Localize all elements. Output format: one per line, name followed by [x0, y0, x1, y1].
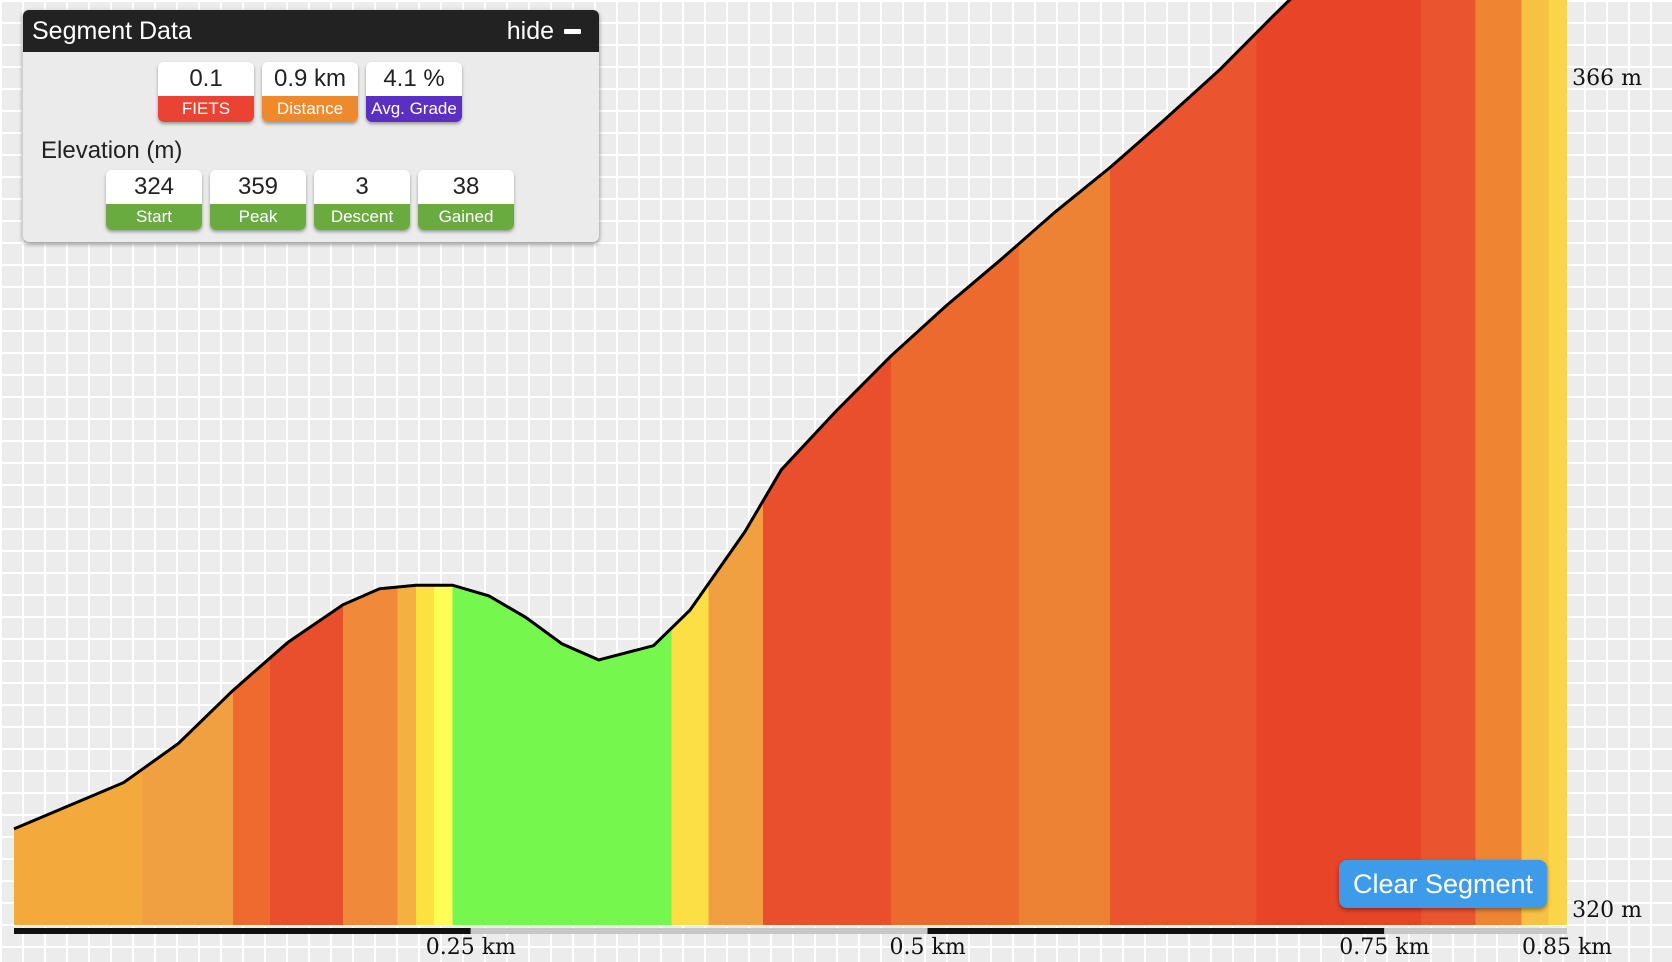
- x-axis-tick-label: 0.5 km: [889, 935, 966, 960]
- hide-label[interactable]: hide: [507, 17, 554, 46]
- stat-value: 0.9 km: [262, 62, 358, 96]
- panel-header: Segment Data hide: [23, 10, 599, 52]
- x-axis-tick-label: 0.25 km: [425, 935, 516, 960]
- hide-toggle[interactable]: hide: [507, 17, 581, 46]
- x-axis-bar-segment: [470, 928, 928, 934]
- stat-fiets: 0.1 FIETS: [158, 62, 254, 122]
- stat-start: 324 Start: [106, 170, 202, 230]
- y-axis-top-label: 366 m: [1572, 66, 1642, 91]
- stat-value: 4.1 %: [366, 62, 462, 96]
- stat-distance: 0.9 km Distance: [262, 62, 358, 122]
- elevation-section-title: Elevation (m): [41, 137, 183, 164]
- stat-value: 0.1: [158, 62, 254, 96]
- x-axis-bar-segment: [927, 928, 1385, 934]
- stat-value: 3: [314, 170, 410, 204]
- x-axis-tick-label: 0.85 km: [1522, 935, 1613, 960]
- clear-segment-button[interactable]: Clear Segment: [1339, 860, 1547, 908]
- stat-value: 359: [210, 170, 306, 204]
- stat-avg-grade: 4.1 % Avg. Grade: [366, 62, 462, 122]
- stat-label: Gained: [418, 204, 514, 230]
- stat-label: FIETS: [158, 96, 254, 122]
- stat-label: Avg. Grade: [366, 96, 462, 122]
- y-axis-bottom-label: 320 m: [1572, 898, 1642, 923]
- stat-peak: 359 Peak: [210, 170, 306, 230]
- stat-label: Descent: [314, 204, 410, 230]
- stat-gained: 38 Gained: [418, 170, 514, 230]
- x-axis-bar: [14, 928, 1567, 934]
- stat-label: Peak: [210, 204, 306, 230]
- minus-icon[interactable]: [564, 28, 581, 34]
- x-axis-tick-label: 0.75 km: [1339, 935, 1430, 960]
- segment-data-panel: Segment Data hide 0.1 FIETS 0.9 km Dista…: [23, 10, 599, 242]
- stat-label: Start: [106, 204, 202, 230]
- stat-label: Distance: [262, 96, 358, 122]
- stat-value: 324: [106, 170, 202, 204]
- panel-title: Segment Data: [32, 16, 192, 45]
- stat-value: 38: [418, 170, 514, 204]
- summary-stats: 0.1 FIETS 0.9 km Distance 4.1 % Avg. Gra…: [158, 62, 462, 122]
- x-axis-bar-segment: [14, 928, 471, 934]
- elevation-stats: 324 Start 359 Peak 3 Descent 38 Gained: [106, 170, 514, 230]
- stat-descent: 3 Descent: [314, 170, 410, 230]
- x-axis-bar-segment: [1384, 928, 1567, 934]
